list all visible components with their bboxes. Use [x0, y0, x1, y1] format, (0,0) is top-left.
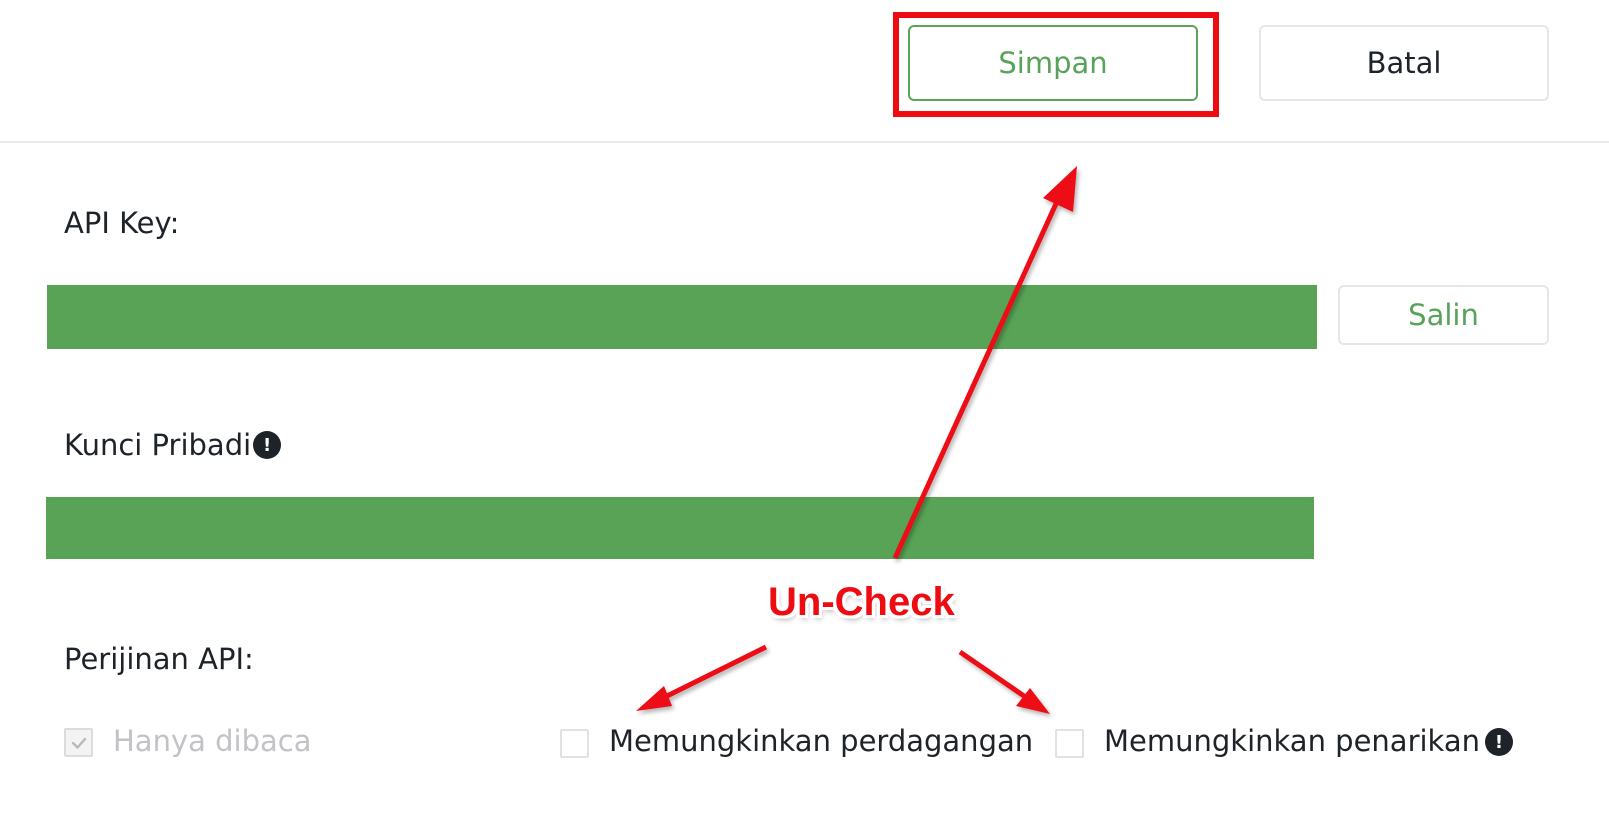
- enable-withdrawals-label[interactable]: Memungkinkan penarikan: [1104, 724, 1480, 758]
- enable-withdrawals-checkbox[interactable]: [1055, 729, 1084, 758]
- enable-trading-checkbox[interactable]: [560, 729, 589, 758]
- enable-trading-label[interactable]: Memungkinkan perdagangan: [609, 724, 1033, 758]
- read-only-checkbox[interactable]: [64, 728, 93, 757]
- un-check-annotation: Un-Check: [768, 580, 955, 624]
- check-icon: [71, 737, 86, 749]
- permissions-label: Perijinan API:: [64, 642, 254, 676]
- annotation-arrows: [636, 166, 1077, 714]
- exclamation-circle-icon[interactable]: !: [1485, 728, 1513, 756]
- save-highlight-box: [893, 12, 1219, 117]
- private-key-field[interactable]: [46, 497, 1314, 559]
- private-key-label: Kunci Pribadi !: [64, 428, 282, 462]
- private-key-label-text: Kunci Pribadi: [64, 428, 252, 462]
- header-divider: [0, 141, 1609, 143]
- api-key-label: API Key:: [64, 206, 180, 240]
- cancel-button[interactable]: Batal: [1259, 25, 1549, 101]
- api-key-field[interactable]: [47, 285, 1317, 349]
- copy-button[interactable]: Salin: [1338, 285, 1549, 345]
- read-only-label: Hanya dibaca: [113, 724, 312, 758]
- exclamation-circle-icon[interactable]: !: [253, 431, 282, 459]
